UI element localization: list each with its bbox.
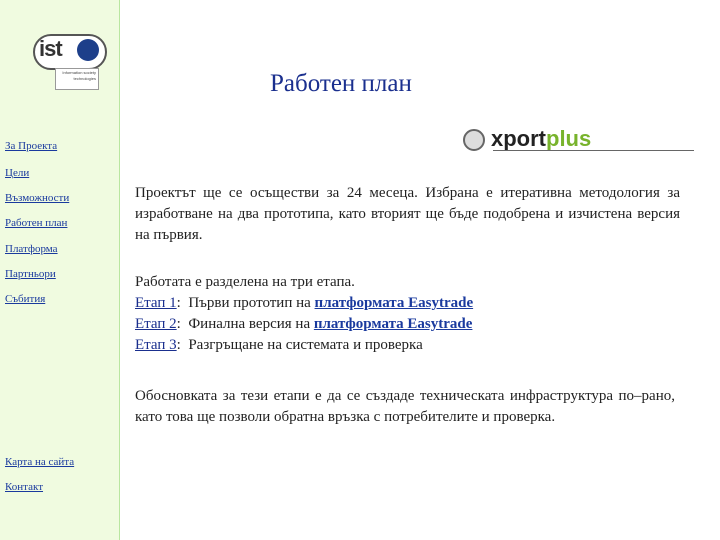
xportplus-wordmark: xportplus bbox=[491, 126, 591, 152]
logo-tagline: Information society technologies bbox=[55, 68, 99, 90]
stage-text: Разгръщане на системата и проверка bbox=[188, 337, 423, 353]
stage-row: Етап 2: Финална версия на платформата Ea… bbox=[135, 316, 473, 332]
stage-label: Етап 3 bbox=[135, 337, 177, 353]
nav-link-goals[interactable]: Цели bbox=[5, 167, 29, 179]
page-title: Работен план bbox=[270, 70, 412, 97]
stage-text: Финална версия на bbox=[188, 316, 314, 332]
world-icon bbox=[463, 129, 485, 151]
sidebar: ist Information society technologies За … bbox=[0, 0, 120, 540]
platform-link[interactable]: платформата Easytrade bbox=[315, 295, 474, 311]
xportplus-logo: xportplus bbox=[463, 126, 696, 154]
nav-link-platform[interactable]: Платформа bbox=[5, 243, 58, 255]
stage-label: Етап 1 bbox=[135, 295, 177, 311]
rationale-paragraph: Обосновката за тези етапи е да се създад… bbox=[135, 388, 675, 425]
plus-text: plus bbox=[546, 126, 592, 151]
nav-link-work-plan[interactable]: Работен план bbox=[5, 217, 67, 229]
stage-label: Етап 2 bbox=[135, 316, 177, 332]
nav-link-events[interactable]: Събития bbox=[5, 293, 45, 305]
logo-underline bbox=[493, 150, 694, 151]
nav-link-contact[interactable]: Контакт bbox=[5, 481, 43, 493]
nav-link-sitemap[interactable]: Карта на сайта bbox=[5, 456, 74, 468]
intro-paragraph: Проектът ще се осъществи за 24 месеца. И… bbox=[135, 185, 680, 243]
platform-link[interactable]: платформата Easytrade bbox=[314, 316, 473, 332]
stage-row: Етап 1: Първи прототип на платформата Ea… bbox=[135, 295, 474, 311]
nav-link-partners[interactable]: Партньори bbox=[5, 268, 56, 280]
stages-intro: Работата е разделена на три етапа. bbox=[135, 274, 355, 290]
ist-logo: ist Information society technologies bbox=[33, 32, 107, 92]
globe-icon bbox=[77, 39, 99, 61]
stages-block: Работата е разделена на три етапа. Етап … bbox=[135, 272, 695, 356]
logo-text: ist bbox=[39, 36, 63, 61]
nav-link-project[interactable]: За Проекта bbox=[5, 140, 57, 152]
xport-text: xport bbox=[491, 126, 546, 151]
stage-text: Първи прототип на bbox=[188, 295, 315, 311]
nav-link-capabilities[interactable]: Възможности bbox=[5, 192, 69, 204]
stage-row: Етап 3: Разгръщане на системата и провер… bbox=[135, 337, 423, 353]
